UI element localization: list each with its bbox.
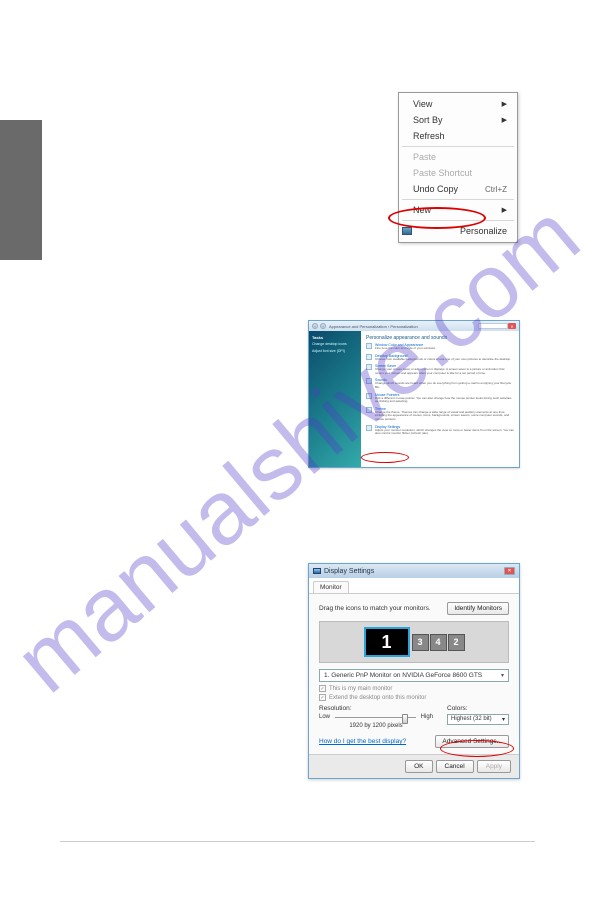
- dropdown-value: 1. Generic PnP Monitor on NVIDIA GeForce…: [324, 672, 482, 679]
- monitor-layout-area[interactable]: 1 3 4 2: [319, 621, 509, 663]
- extend-desktop-checkbox: ✓ Extend the desktop onto this monitor: [319, 694, 509, 701]
- menu-paste-label: Paste: [413, 152, 436, 162]
- submenu-arrow-icon: ▶: [502, 206, 507, 214]
- desktop-context-menu: View ▶ Sort By ▶ Refresh Paste Paste Sho…: [398, 92, 518, 243]
- sidebar-link[interactable]: Adjust font size (DPI): [312, 349, 358, 353]
- monitor-icon: [313, 568, 321, 574]
- menu-refresh[interactable]: Refresh: [399, 128, 517, 144]
- checkbox-label: This is my main monitor: [329, 686, 392, 692]
- menu-paste-shortcut-label: Paste Shortcut: [413, 168, 472, 178]
- personalize-icon: [402, 227, 412, 235]
- menu-undo-label: Undo Copy: [413, 184, 458, 194]
- menu-paste: Paste: [399, 149, 517, 165]
- ok-button[interactable]: OK: [405, 760, 432, 773]
- sidebar-grey-block: [0, 120, 42, 260]
- slider-high-label: High: [421, 714, 433, 720]
- menu-new[interactable]: New ▶: [399, 202, 517, 218]
- checkbox-icon: ✓: [319, 685, 326, 692]
- theme-icon: [366, 407, 372, 413]
- back-button[interactable]: ‹: [312, 323, 318, 329]
- identify-monitors-button[interactable]: Identify Monitors: [447, 602, 509, 615]
- resolution-group: Resolution: Low High 1920 by 1200 pixels: [319, 705, 433, 729]
- menu-new-label: New: [413, 205, 431, 215]
- tab-strip: Monitor: [309, 578, 519, 594]
- sidebar: Tasks Change desktop icons Adjust font s…: [309, 331, 361, 467]
- menu-paste-shortcut: Paste Shortcut: [399, 165, 517, 181]
- search-input[interactable]: [478, 323, 508, 329]
- colors-label: Colors:: [447, 705, 509, 712]
- monitor-3[interactable]: 3: [412, 634, 429, 651]
- panel-heading: Personalize appearance and sounds: [366, 335, 514, 341]
- cancel-button[interactable]: Cancel: [436, 760, 474, 773]
- dialog-button-bar: OK Cancel Apply: [309, 754, 519, 778]
- menu-sort-by[interactable]: Sort By ▶: [399, 112, 517, 128]
- sounds-icon: [366, 378, 372, 384]
- desc: Adjust your monitor resolution, which ch…: [375, 429, 514, 436]
- monitor-2[interactable]: 2: [448, 634, 465, 651]
- menu-view[interactable]: View ▶: [399, 96, 517, 112]
- display-settings-window: Display Settings ✕ Monitor Drag the icon…: [308, 563, 520, 779]
- advanced-settings-button[interactable]: Advanced Settings...: [435, 735, 509, 748]
- highlight-ellipse-display-settings: [361, 452, 409, 463]
- desc: Change your screen saver or adjust when …: [375, 368, 514, 375]
- menu-refresh-label: Refresh: [413, 131, 445, 141]
- menu-undo-copy[interactable]: Undo Copy Ctrl+Z: [399, 181, 517, 197]
- menu-separator: [402, 146, 514, 147]
- personalization-window: ‹ › Appearance and Personalization › Per…: [308, 320, 520, 468]
- forward-button[interactable]: ›: [320, 323, 326, 329]
- resolution-slider[interactable]: Low High: [319, 714, 433, 720]
- display-icon: [366, 425, 372, 431]
- desc: Fine tune the color and style of your wi…: [375, 347, 436, 351]
- menu-personalize-label: Personalize: [460, 226, 507, 236]
- monitor-1[interactable]: 1: [364, 627, 410, 657]
- menu-undo-shortcut: Ctrl+Z: [485, 185, 507, 194]
- window-color-icon: [366, 343, 372, 349]
- sidebar-heading: Tasks: [312, 335, 358, 340]
- desktop-bg-icon: [366, 354, 372, 360]
- titlebar: ‹ › Appearance and Personalization › Per…: [309, 321, 519, 331]
- resolution-label: Resolution:: [319, 705, 433, 712]
- close-button[interactable]: ✕: [504, 567, 515, 575]
- apply-button[interactable]: Apply: [477, 760, 511, 773]
- main-monitor-checkbox: ✓ This is my main monitor: [319, 685, 509, 692]
- menu-sort-label: Sort By: [413, 115, 443, 125]
- footer-divider: [60, 841, 535, 842]
- resolution-value: 1920 by 1200 pixels: [319, 723, 433, 729]
- tab-monitor[interactable]: Monitor: [313, 581, 349, 593]
- monitor-dropdown[interactable]: 1. Generic PnP Monitor on NVIDIA GeForce…: [319, 669, 509, 682]
- submenu-arrow-icon: ▶: [502, 100, 507, 108]
- nav-buttons: ‹ ›: [312, 323, 326, 329]
- screensaver-icon: [366, 364, 372, 370]
- slider-track[interactable]: [335, 717, 416, 718]
- sidebar-link[interactable]: Change desktop icons: [312, 342, 358, 346]
- close-button[interactable]: ✕: [508, 323, 516, 329]
- colors-dropdown[interactable]: Highest (32 bit) ▾: [447, 714, 509, 725]
- menu-view-label: View: [413, 99, 432, 109]
- slider-low-label: Low: [319, 714, 330, 720]
- colors-group: Colors: Highest (32 bit) ▾: [447, 705, 509, 729]
- help-link[interactable]: How do I get the best display?: [319, 738, 406, 745]
- desc: Pick a different mouse pointer. You can …: [375, 397, 514, 404]
- drag-instruction: Drag the icons to match your monitors.: [319, 605, 431, 612]
- desc: Change the theme. Themes can change a wi…: [375, 411, 514, 422]
- dialog-body: Drag the icons to match your monitors. I…: [309, 594, 519, 754]
- desc: Choose from available backgrounds or col…: [375, 358, 511, 362]
- chevron-down-icon: ▾: [502, 716, 505, 723]
- colors-value: Highest (32 bit): [451, 716, 492, 723]
- checkbox-label: Extend the desktop onto this monitor: [329, 695, 426, 701]
- monitor-4[interactable]: 4: [430, 634, 447, 651]
- mouse-icon: [366, 393, 372, 399]
- window-title: Display Settings: [324, 568, 374, 575]
- menu-separator: [402, 199, 514, 200]
- chevron-down-icon: ▾: [501, 672, 504, 679]
- titlebar: Display Settings ✕: [309, 564, 519, 578]
- submenu-arrow-icon: ▶: [502, 116, 507, 124]
- main-panel: Personalize appearance and sounds Window…: [361, 331, 519, 467]
- desc: Change which sounds are heard when you d…: [375, 382, 514, 389]
- menu-personalize[interactable]: Personalize: [399, 223, 517, 239]
- menu-separator: [402, 220, 514, 221]
- checkbox-icon: ✓: [319, 694, 326, 701]
- breadcrumb: Appearance and Personalization › Persona…: [329, 324, 478, 329]
